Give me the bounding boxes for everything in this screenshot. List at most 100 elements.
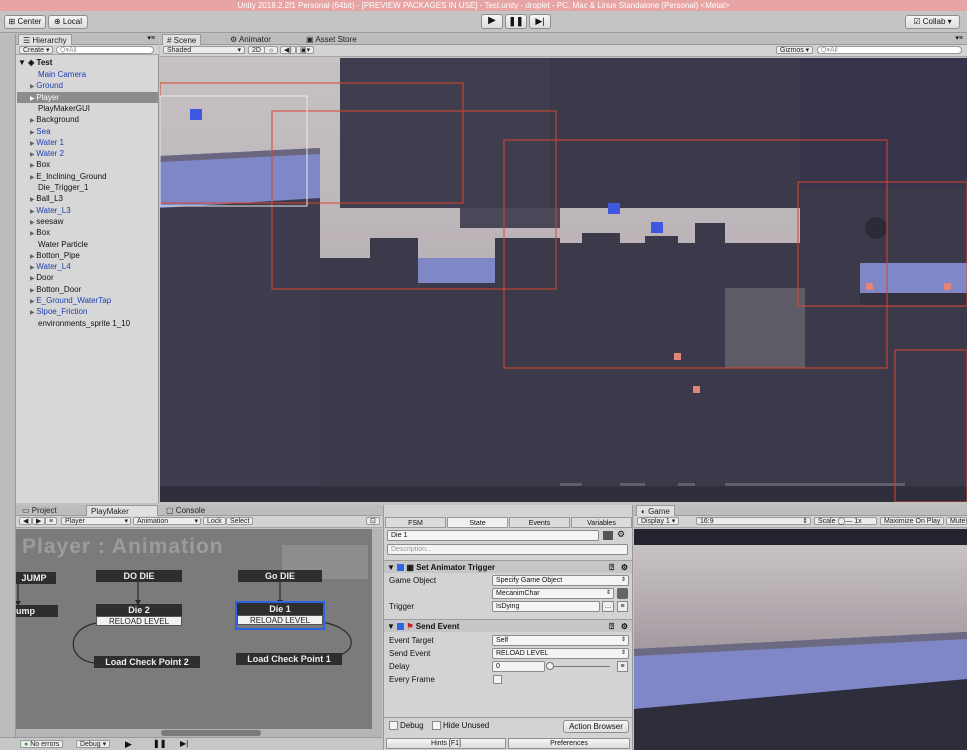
hierarchy-item[interactable]: ▶ Water 2 [30, 148, 64, 159]
debug-checkbox[interactable] [389, 721, 398, 730]
back-icon[interactable]: ◀ [19, 517, 33, 525]
hierarchy-item[interactable]: Main Camera [38, 69, 86, 80]
state-name-input[interactable]: Die 1 [387, 530, 599, 541]
scale-slider[interactable]: Scale ◯— 1x [814, 517, 877, 525]
collab-button[interactable]: ☑ Collab ▾ [905, 15, 960, 29]
fsm-dropdown[interactable]: Animation ▾ [133, 517, 201, 525]
effects-dropdown-icon[interactable]: ▣▾ [296, 46, 315, 54]
inspector-tab[interactable]: State [447, 517, 508, 528]
hierarchy-item[interactable]: ▶ Background [30, 114, 79, 125]
forward-icon[interactable]: ▶ [32, 517, 46, 525]
select-button[interactable]: Select [226, 517, 254, 525]
state-die-1-event[interactable]: RELOAD LEVEL [237, 615, 323, 625]
inspector-tab[interactable]: FSM [385, 517, 446, 528]
action-set-animator-trigger-header[interactable]: ▼ ▦ Set Animator Trigger ⍰ ⚙ [384, 560, 632, 573]
hierarchy-item[interactable]: ▶ Botton_Door [30, 284, 81, 295]
lock-button[interactable]: Lock [203, 517, 226, 525]
preferences-button[interactable]: Preferences [508, 738, 630, 749]
state-settings-gear-icon[interactable]: ⚙ [617, 529, 625, 540]
graph-horizontal-scrollbar[interactable] [16, 729, 382, 737]
target-object-field[interactable]: MecanimChar [492, 588, 614, 599]
errors-indicator[interactable]: ● No errors [20, 740, 64, 748]
scene-view[interactable] [160, 58, 967, 502]
maximize-on-play-toggle[interactable]: Maximize On Play [880, 517, 945, 525]
hierarchy-item[interactable]: Die_Trigger_1 [38, 182, 88, 193]
state-jump[interactable]: ump [16, 605, 58, 617]
event-target-dropdown[interactable]: Self [492, 635, 629, 646]
state-die-2[interactable]: Die 2 [96, 604, 182, 616]
hierarchy-item[interactable]: ▶ E_Ground_WaterTap [30, 295, 111, 306]
tab-project[interactable]: ▭ Project [18, 505, 61, 516]
action-browser-button[interactable]: Action Browser [563, 720, 629, 733]
hierarchy-item[interactable]: ▶ Player [30, 92, 59, 103]
pause-button[interactable]: ❚❚ [505, 14, 527, 29]
action-send-event-header[interactable]: ▼ ⚑ Send Event ⍰ ⚙ [384, 619, 632, 632]
scene-panel-menu-icon[interactable]: ▾≡ [955, 34, 963, 42]
fsm-menu-icon[interactable]: ≡ [45, 517, 58, 525]
hierarchy-item[interactable]: ▶ Water_L3 [30, 205, 71, 216]
scene-root-row[interactable]: ▼ ◈ Test [18, 58, 156, 69]
hide-unused-checkbox[interactable] [432, 721, 441, 730]
pivot-center-button[interactable]: ⊞ Center [4, 15, 46, 29]
tab-scene[interactable]: # Scene [162, 34, 202, 45]
every-frame-checkbox[interactable] [493, 675, 502, 684]
hierarchy-search-input[interactable]: Q▾All [56, 46, 154, 54]
graph-scroll-thumb[interactable] [161, 730, 261, 736]
game-view[interactable] [634, 529, 967, 750]
inspector-tab[interactable]: Events [509, 517, 570, 528]
hierarchy-item[interactable]: ▶ E_Inclining_Ground [30, 171, 107, 182]
send-event-gear-icon[interactable]: ⚙ [621, 620, 628, 633]
tab-playmaker[interactable]: PlayMaker [86, 505, 158, 516]
scene-search-input[interactable]: Q▾All [817, 46, 962, 54]
state-color-swatch[interactable] [603, 531, 613, 540]
hierarchy-item[interactable]: PlayMakerGUI [38, 103, 90, 114]
hierarchy-item[interactable]: ▶ Sea [30, 126, 51, 137]
aspect-dropdown[interactable]: 16:9 ⇕ [696, 517, 811, 525]
send-event-help-icon[interactable]: ⍰ [609, 620, 614, 633]
lighting-toggle-icon[interactable]: ☼ [264, 46, 279, 54]
delay-slider-track[interactable] [548, 666, 610, 667]
game-object-dropdown[interactable]: Specify Game Object [492, 575, 629, 586]
send-event-dropdown[interactable]: RELOAD LEVEL [492, 648, 629, 659]
hierarchy-item[interactable]: ▶ Box [30, 159, 50, 170]
state-die-2-event[interactable]: RELOAD LEVEL [96, 616, 182, 626]
hierarchy-item[interactable]: ▶ Botton_Pipe [30, 250, 80, 261]
create-dropdown[interactable]: Create ▾ [19, 46, 54, 54]
mute-toggle[interactable]: Mute [946, 517, 967, 525]
tab-asset-store[interactable]: ▣ Asset Store [302, 34, 361, 45]
state-load-check-point-2[interactable]: Load Check Point 2 [94, 656, 200, 668]
trigger-variable-toggle-icon[interactable]: ≡ [617, 601, 628, 612]
trigger-browse-button[interactable]: … [602, 601, 614, 612]
hierarchy-item[interactable]: environments_sprite 1_10 [38, 318, 130, 329]
graph-vertical-scrollbar[interactable] [372, 529, 382, 729]
event-go-die[interactable]: Go DIE [238, 570, 322, 582]
gizmos-dropdown[interactable]: Gizmos ▾ [776, 46, 814, 54]
hierarchy-item[interactable]: ▶ Door [30, 272, 54, 283]
help-icon[interactable]: ⍰ [609, 561, 614, 574]
trigger-input[interactable]: IsDying [492, 601, 600, 612]
inspector-tab[interactable]: Variables [571, 517, 632, 528]
delay-variable-toggle-icon[interactable]: ≡ [617, 661, 628, 672]
hierarchy-item[interactable]: Water Particle [38, 239, 88, 250]
playmaker-graph[interactable]: Player : Animation JUMP DO DIE Go DIE um… [16, 529, 382, 729]
display-dropdown[interactable]: Display 1 ▾ [637, 517, 680, 525]
action-gear-icon[interactable]: ⚙ [621, 561, 628, 574]
tab-animator[interactable]: ⚙ Animator [226, 34, 275, 45]
state-die-1[interactable]: Die 1 [237, 603, 323, 615]
gameobject-dropdown[interactable]: Player ▾ [61, 517, 131, 525]
object-picker-icon[interactable] [617, 588, 628, 599]
debug-play-icon[interactable]: ▶ [125, 739, 132, 750]
debug-step-icon[interactable]: ▶| [180, 739, 188, 748]
audio-toggle-icon[interactable]: ◀) [280, 46, 296, 54]
delay-input[interactable]: 0 [492, 661, 545, 672]
hierarchy-item[interactable]: ▶ Water_L4 [30, 261, 71, 272]
pivot-local-button[interactable]: ⊕ Local [48, 15, 88, 29]
play-button[interactable]: ▶ [481, 14, 503, 29]
hints-button[interactable]: Hints [F1] [386, 738, 506, 749]
panel-menu-icon[interactable]: ▾≡ [147, 34, 155, 42]
hierarchy-item[interactable]: ▶ Ball_L3 [30, 193, 63, 204]
hierarchy-item[interactable]: ▶ Box [30, 227, 50, 238]
toggle-2d-button[interactable]: 2D [248, 46, 265, 54]
hierarchy-item[interactable]: ▶ Slpoe_Friction [30, 306, 87, 317]
shading-dropdown[interactable]: Shaded ▾ [163, 46, 245, 54]
